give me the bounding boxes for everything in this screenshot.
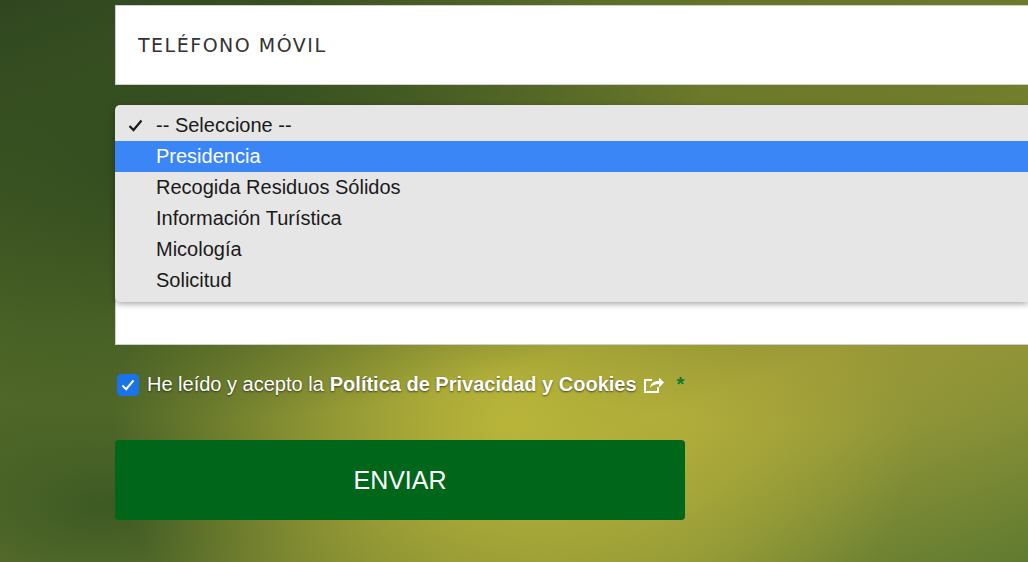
- privacy-text: He leído y acepto la: [147, 373, 324, 396]
- check-icon: [128, 119, 143, 132]
- phone-input[interactable]: [136, 33, 1028, 57]
- dropdown-option[interactable]: Presidencia: [115, 141, 1028, 172]
- dropdown-option[interactable]: -- Seleccione --: [115, 110, 1028, 141]
- external-link-icon[interactable]: [643, 376, 665, 394]
- dropdown-option[interactable]: Información Turística: [115, 203, 1028, 234]
- submit-button[interactable]: ENVIAR: [115, 440, 685, 520]
- option-label: Micología: [156, 238, 242, 261]
- dropdown-option[interactable]: Solicitud: [115, 265, 1028, 296]
- department-select[interactable]: -- Seleccione -- Presidencia Recogida Resi…: [115, 105, 1028, 345]
- required-mark: *: [677, 373, 685, 396]
- phone-field: [115, 5, 1028, 85]
- option-label: Solicitud: [156, 269, 232, 292]
- privacy-row: He leído y acepto la Política de Privacid…: [115, 373, 1028, 396]
- privacy-link[interactable]: Política de Privacidad y Cookies: [330, 373, 637, 396]
- privacy-checkbox[interactable]: [117, 374, 139, 396]
- checkmark-icon: [121, 379, 135, 391]
- dropdown-option[interactable]: Micología: [115, 234, 1028, 265]
- option-label: Presidencia: [156, 145, 261, 168]
- option-label: -- Seleccione --: [156, 114, 292, 137]
- option-label: Información Turística: [156, 207, 342, 230]
- option-label: Recogida Residuos Sólidos: [156, 176, 401, 199]
- dropdown-option[interactable]: Recogida Residuos Sólidos: [115, 172, 1028, 203]
- dropdown-menu: -- Seleccione -- Presidencia Recogida Resi…: [115, 105, 1028, 302]
